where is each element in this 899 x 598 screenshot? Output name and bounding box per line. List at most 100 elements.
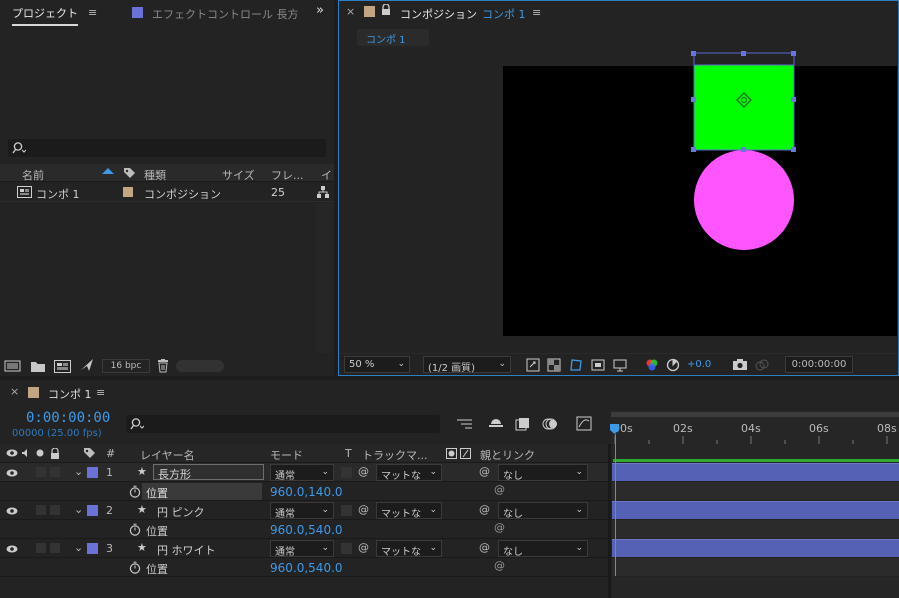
solo-box[interactable]	[36, 543, 46, 553]
preserve-transparency-box[interactable]	[341, 543, 352, 554]
panel-overflow-icon[interactable]: »	[316, 3, 324, 18]
solo-box[interactable]	[36, 467, 46, 477]
expression-pickwhip-icon[interactable]: @	[494, 521, 505, 534]
twirl-down-icon[interactable]: ⌄	[74, 503, 83, 516]
track-matte-pickwhip-icon[interactable]: @	[358, 541, 369, 554]
bit-depth-button[interactable]: 16 bpc	[102, 359, 150, 373]
property-value[interactable]: 960.0,540.0	[270, 561, 343, 575]
tab-project[interactable]: プロジェクト	[12, 5, 78, 26]
layer-row[interactable]: ⌄ 1 ★ 長方形 通常 ⌄ @ マットな ⌄ @ なし ⌄	[0, 463, 608, 482]
eye-icon[interactable]	[6, 506, 18, 515]
zoom-dropdown[interactable]: 50 % ⌄	[344, 356, 410, 373]
property-row[interactable]: 位置 960.0,140.0 @	[0, 482, 608, 501]
property-row[interactable]: 位置 960.0,540.0 @	[0, 520, 608, 539]
flowchart-icon[interactable]	[316, 185, 330, 199]
layer-row[interactable]: ⌄ 3 ★ 円 ホワイト 通常 ⌄ @ マットな ⌄ @ なし ⌄	[0, 539, 608, 558]
render-queue-icon[interactable]	[80, 358, 94, 372]
panel-menu-icon[interactable]: ≡	[88, 6, 97, 19]
comp-viewer[interactable]	[339, 50, 897, 352]
preserve-transparency-box[interactable]	[341, 467, 352, 478]
parent-dropdown[interactable]: なし ⌄	[498, 502, 588, 520]
property-name[interactable]: 位置	[146, 523, 168, 539]
property-name[interactable]: 位置	[146, 561, 168, 577]
new-composition-icon[interactable]	[54, 359, 71, 373]
mode-dropdown[interactable]: 通常 ⌄	[270, 502, 334, 520]
interpret-footage-icon[interactable]	[4, 359, 22, 373]
lock-box[interactable]	[50, 543, 60, 553]
property-value[interactable]: 960.0,140.0	[270, 485, 343, 499]
graph-editor-icon[interactable]	[575, 414, 593, 432]
lock-box[interactable]	[50, 505, 60, 515]
project-item-row[interactable]: コンポ 1 コンポジション 25	[0, 183, 334, 202]
layer-name-column[interactable]: レイヤー名	[140, 447, 195, 463]
track-matte-pickwhip-icon[interactable]: @	[358, 503, 369, 516]
track-matte-dropdown[interactable]: マットな ⌄	[376, 464, 442, 482]
frame-blending-icon[interactable]	[514, 416, 532, 432]
layer-name[interactable]: 円 ホワイト	[157, 542, 216, 558]
column-type[interactable]: 種類	[144, 167, 166, 183]
track-matte-column[interactable]: トラックマ...	[362, 447, 428, 463]
expression-pickwhip-icon[interactable]: @	[494, 559, 505, 572]
alpha-matte-icon[interactable]	[459, 447, 471, 459]
layer-color-swatch[interactable]	[87, 543, 98, 554]
current-time-display[interactable]: 0:00:00:00	[785, 356, 853, 373]
project-zoom-scroll[interactable]	[176, 360, 224, 372]
solo-box[interactable]	[36, 505, 46, 515]
panel-menu-icon[interactable]: ≡	[96, 386, 105, 399]
exposure-reset-icon[interactable]	[665, 357, 680, 372]
stopwatch-icon[interactable]	[128, 485, 141, 498]
motion-blur-icon[interactable]	[541, 416, 559, 432]
lock-box[interactable]	[50, 467, 60, 477]
guides-grid-icon[interactable]	[612, 357, 627, 372]
eye-icon[interactable]	[6, 544, 18, 553]
layer-row[interactable]: ⌄ 2 ★ 円 ピンク 通常 ⌄ @ マットな ⌄ @ なし ⌄	[0, 501, 608, 520]
color-channels-icon[interactable]	[644, 357, 659, 372]
close-panel-icon[interactable]: ×	[346, 5, 355, 18]
layer-name[interactable]: 円 ピンク	[157, 504, 205, 520]
sort-ascending-icon[interactable]	[102, 168, 114, 174]
column-name[interactable]: 名前	[22, 167, 44, 183]
transparency-grid-icon[interactable]	[546, 357, 561, 372]
close-timeline-icon[interactable]: ×	[10, 385, 19, 398]
parent-link-column[interactable]: 親とリンク	[480, 447, 535, 463]
layer-duration-bar[interactable]	[612, 501, 899, 519]
camera-snapshot-icon[interactable]	[732, 357, 748, 372]
mode-dropdown[interactable]: 通常 ⌄	[270, 540, 334, 558]
label-tag-icon[interactable]	[122, 166, 136, 180]
track-matte-dropdown[interactable]: マットな ⌄	[376, 502, 442, 520]
property-value[interactable]: 960.0,540.0	[270, 523, 343, 537]
audio-icon[interactable]	[21, 448, 31, 458]
eye-icon[interactable]	[6, 468, 18, 477]
show-snapshot-icon[interactable]	[754, 357, 770, 372]
property-name[interactable]: 位置	[142, 483, 262, 500]
comp-flowchart-icon[interactable]	[455, 416, 473, 432]
stopwatch-icon[interactable]	[128, 561, 141, 574]
parent-pickwhip-icon[interactable]: @	[479, 465, 490, 478]
mode-dropdown[interactable]: 通常 ⌄	[270, 464, 334, 482]
track-matte-pickwhip-icon[interactable]: @	[358, 465, 369, 478]
exposure-value[interactable]: +0.0	[687, 359, 711, 370]
trash-icon[interactable]	[156, 358, 170, 373]
timeline-tab[interactable]: コンポ 1	[48, 386, 92, 402]
project-search-input[interactable]	[8, 139, 326, 157]
track-matte-dropdown[interactable]: マットな ⌄	[376, 540, 442, 558]
resolution-dropdown[interactable]: (1/2 画質) ⌄	[423, 356, 511, 374]
comp-canvas[interactable]	[339, 50, 897, 352]
work-area-bar[interactable]	[611, 412, 899, 417]
tab-effect-controls[interactable]: エフェクトコントロール 長方	[152, 6, 299, 22]
comp-name-link[interactable]: コンポ 1	[482, 6, 526, 22]
layer-duration-bar[interactable]	[612, 463, 899, 481]
new-folder-icon[interactable]	[30, 359, 46, 373]
parent-dropdown[interactable]: なし ⌄	[498, 464, 588, 482]
layer-color-swatch[interactable]	[87, 467, 98, 478]
column-size[interactable]: サイズ	[222, 167, 255, 183]
lock-column-icon[interactable]	[50, 447, 60, 459]
layer-color-swatch[interactable]	[87, 505, 98, 516]
solo-icon[interactable]	[36, 449, 44, 457]
expression-pickwhip-icon[interactable]: @	[494, 483, 505, 496]
timeline-search-input[interactable]	[126, 415, 440, 433]
property-row[interactable]: 位置 960.0,540.0 @	[0, 558, 608, 577]
video-visibility-icon[interactable]	[6, 448, 18, 458]
parent-dropdown[interactable]: なし ⌄	[498, 540, 588, 558]
layer-name-field[interactable]: 長方形	[153, 464, 264, 481]
